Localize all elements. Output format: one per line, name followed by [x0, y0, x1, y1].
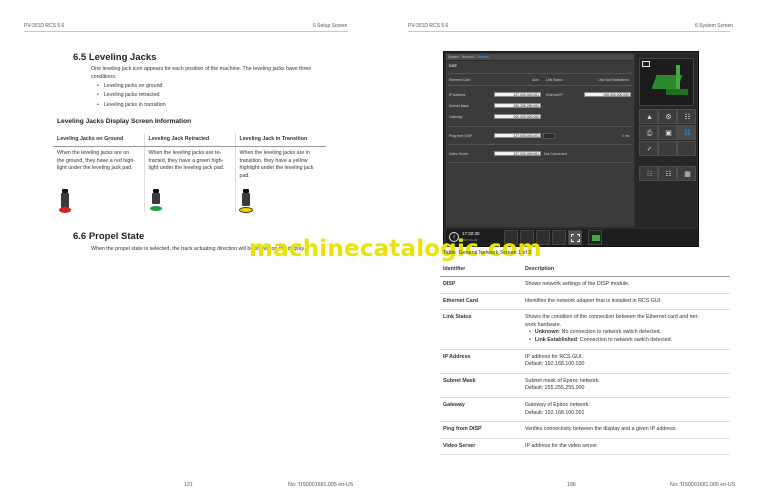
jack-retracted-icon [149, 189, 163, 216]
settings-network-icon: ⚙ [665, 114, 672, 121]
network-icon: ☷ [684, 114, 691, 121]
left-header-chapter: 6 Setup Screen [313, 23, 348, 29]
screen-main-panel: DISP Ethernet Card Auto Link Status Link… [446, 61, 634, 227]
network-sub-icon: ☷ [646, 171, 653, 178]
leveling-bullets: Leveling jacks on ground Leveling jacks … [97, 82, 166, 110]
network-screen-screenshot: System - Network - General DISP Ethernet… [443, 51, 699, 247]
identifier-table: Identifier Description DISP Shows networ… [440, 262, 730, 456]
module-label: DISP [449, 64, 457, 68]
col-header: Identifier [440, 262, 522, 277]
printer-tile[interactable]: ⎙ [639, 125, 658, 140]
bullet-item: Leveling jacks on ground [97, 82, 166, 91]
video-server-field[interactable]: 127.000.000.001 [494, 151, 541, 156]
intro-line-2: conditions: [91, 73, 117, 80]
jack-tile[interactable]: ▲ [639, 109, 658, 124]
screen-tab-bar: System - Network - General [446, 54, 634, 60]
subnet-mask-field[interactable]: 255.255.255.000 [494, 103, 541, 108]
right-header-doc: PV-351D RCS 5.6 [408, 23, 449, 29]
network-tile[interactable]: ☷ [677, 109, 696, 124]
jack-transition-icon [239, 189, 253, 216]
left-header-rule [24, 31, 348, 32]
tree-network-tile[interactable]: ☷ [677, 125, 696, 140]
link-status-value: Link Not Established [598, 78, 629, 82]
jack-icon: ▲ [646, 114, 653, 121]
network-grid-icon: ▦ [684, 171, 691, 178]
link-status-label: Link Status [546, 78, 563, 82]
alarm-button[interactable] [552, 230, 566, 245]
table-row: Video Server IP address for the video se… [440, 438, 730, 456]
table-row: Link Status Shows the condition of the c… [440, 309, 730, 350]
red-pad [59, 207, 71, 213]
empty-tile[interactable] [658, 141, 677, 156]
jack-on-ground-icon [58, 189, 72, 216]
wrench-icon: ✓ [646, 146, 653, 153]
col-header: Description [522, 262, 730, 277]
left-header-doc: PV-351D RCS 5.6 [24, 23, 65, 29]
col-header: Leveling Jack Retracted [144, 133, 236, 147]
yellow-pad [239, 207, 253, 213]
leveling-jacks-table: Leveling Jacks on Ground Leveling Jack R… [53, 133, 326, 212]
grid-menu-button[interactable] [568, 230, 582, 245]
ethernet-card-value: Auto [532, 78, 539, 82]
printer-icon: ⎙ [646, 130, 653, 137]
grid-icon [571, 234, 580, 242]
lock-tile[interactable]: ▣ [658, 125, 677, 140]
ip-address-label: IP Address [449, 93, 466, 97]
external-ip-label: External IP [546, 93, 563, 97]
right-header-rule [408, 31, 730, 32]
link-status-options: Unknown: No connection to network switch… [525, 329, 727, 344]
left-doc-number: No: TIS0001681.005 en-US [288, 482, 354, 488]
right-doc-number: No: TIS0001681.005 en-US [670, 482, 736, 488]
col-header: Leveling Jacks on Ground [53, 133, 145, 147]
video-status: Not Connected [544, 152, 567, 156]
section-6-5-title: 6.5 Leveling Jacks [73, 52, 157, 63]
ping-label: Ping from DISP [449, 134, 473, 138]
display-info-subtitle: Leveling Jacks Display Screen Informatio… [57, 118, 192, 125]
ping-field[interactable]: 127.000.000.001 [494, 133, 541, 138]
right-header-chapter: 6 System Screen [695, 23, 734, 29]
ip-address-field[interactable]: 127.000.000.001 [494, 92, 541, 97]
network-grid-tile[interactable]: ▦ [677, 166, 696, 181]
tree-network-icon: ☷ [684, 130, 691, 137]
table-row: Gateway Gateway of Epiroc network. Defaul… [440, 397, 730, 423]
gateway-field[interactable]: 000.000.000.000 [494, 114, 541, 119]
table-row: Ethernet Card Identifies the network ada… [440, 293, 730, 311]
subnet-mask-label: Subnet Mask [449, 104, 469, 108]
network-sub-tile-2[interactable]: ☷ [658, 166, 677, 181]
green-pad [150, 206, 162, 211]
network-sub-icon: ☷ [665, 171, 672, 178]
table-caption: Table: General Network Screen 1 of 2 [443, 250, 532, 256]
network-sub-tile-1[interactable]: ☷ [639, 166, 658, 181]
ping-result: 0 ms [622, 134, 630, 138]
col-header: Leveling Jack in Transition [235, 133, 326, 147]
table-row: IP Address IP address for RCS GUI. Defaul… [440, 349, 730, 374]
bullet-item: Leveling jacks retracted [97, 91, 166, 100]
section-6-6-title: 6.6 Propel State [73, 231, 145, 242]
lock-icon: ▣ [665, 130, 672, 137]
gateway-label: Gateway [449, 115, 463, 119]
intro-line-1: One leveling jack icon appears for each … [91, 66, 312, 72]
left-page-number: 121 [184, 482, 193, 488]
ethernet-card-label: Ethernet Card [449, 78, 471, 82]
image-icon [642, 61, 650, 67]
external-ip-field[interactable]: 000.000.000.000 [584, 92, 631, 97]
section-6-5-intro: One leveling jack icon appears for each … [91, 66, 311, 81]
video-server-label: Video Server [449, 152, 469, 156]
table-row: DISP Shows network settings of the DISP … [440, 276, 730, 294]
watermark-text: machinecatalogic.com [249, 236, 542, 262]
rig-icon [592, 235, 600, 241]
bullet-item: Leveling jacks in transition [97, 101, 166, 110]
empty-tile[interactable] [677, 141, 696, 156]
wrench-tile[interactable]: ✓ [639, 141, 658, 156]
table-row: Subnet Mask Subnet mask of Epiroc networ… [440, 373, 730, 398]
settings-tile[interactable]: ⚙ [658, 109, 677, 124]
right-page-number: 186 [567, 482, 576, 488]
ping-button[interactable] [543, 133, 555, 139]
rig-3d-icon[interactable] [639, 58, 694, 106]
screen-side-panel: ▲ ⚙ ☷ ⎙ ▣ ☷ ✓ ☷ ☷ ▦ [636, 54, 697, 227]
table-row: Ping from DISP Verifies connectivity bet… [440, 421, 730, 439]
rig-button[interactable] [588, 230, 602, 245]
